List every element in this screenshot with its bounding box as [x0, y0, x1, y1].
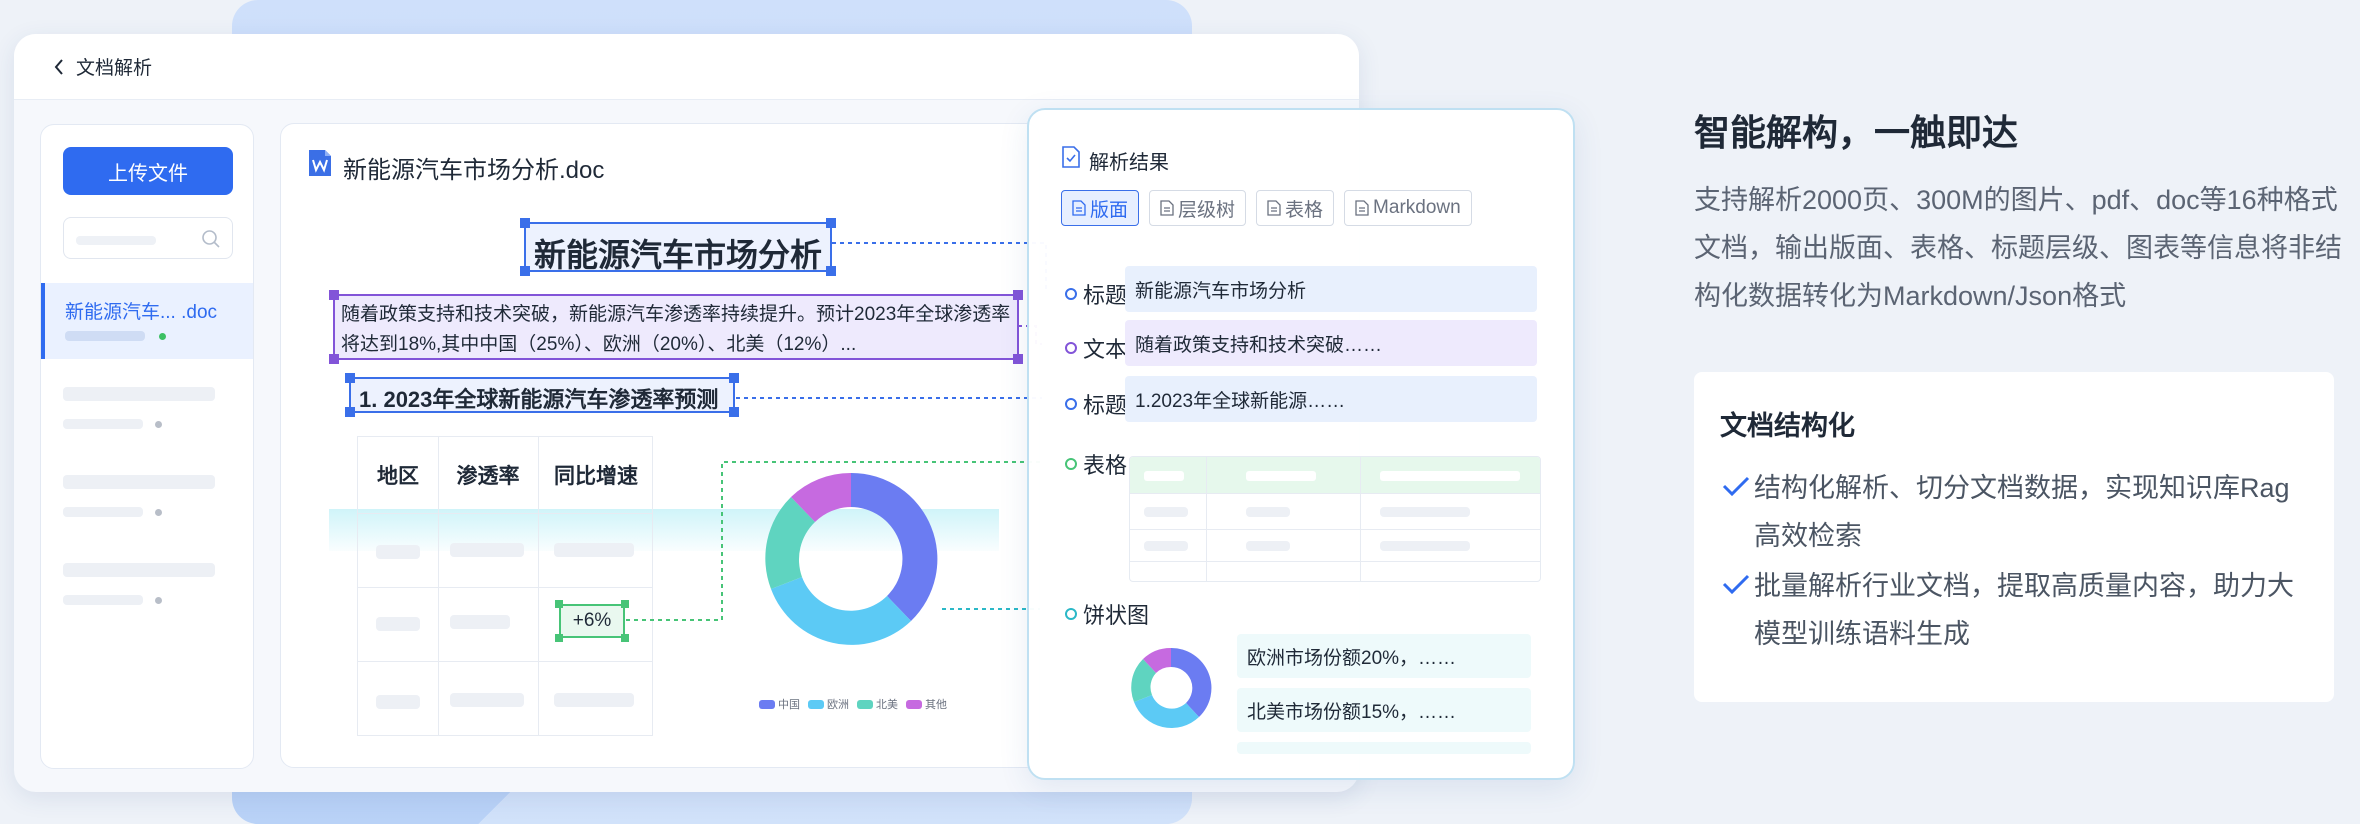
subtitle-selection-box[interactable]: 1. 2023年全球新能源汽车渗透率预测	[345, 373, 739, 417]
file-sidebar: 上传文件 新能源汽车... .doc	[40, 124, 254, 769]
connector-dot	[1065, 342, 1077, 354]
paragraph-selection-box[interactable]: 随着政策支持和技术突破，新能源汽车渗透率持续提升。预计2023年全球渗透率将达到…	[329, 290, 1023, 364]
status-dot	[155, 509, 162, 516]
document-preview: 新能源汽车市场分析.doc 新能源汽车市场分析 随着政策支持和技术突破，新能源汽…	[280, 123, 1040, 768]
word-document-icon	[309, 150, 331, 176]
result-tabs: 版面 层级树 表格 Markdown	[1061, 190, 1472, 226]
result-row-value: 1.2023年全球新能源……	[1125, 376, 1537, 422]
file-item-name: 新能源汽车... .doc	[65, 302, 218, 323]
pie-result-text: 北美市场份额15%，……	[1237, 688, 1531, 732]
document-paragraph: 随着政策支持和技术突破，新能源汽车渗透率持续提升。预计2023年全球渗透率将达到…	[341, 304, 1011, 355]
value-selection-box[interactable]: +6%	[555, 600, 629, 642]
result-table-preview	[1129, 456, 1541, 582]
parse-result-panel: 解析结果 版面 层级树 表格 Markdown 标题 新能源汽车市场分析 文本 …	[1027, 108, 1575, 780]
feature-item: 批量解析行业文档，提取高质量内容，助力大模型训练语料生成	[1720, 562, 2310, 658]
connector-dot	[1065, 398, 1077, 410]
file-list-item-placeholder[interactable]	[63, 387, 215, 401]
tab-table[interactable]: 表格	[1256, 190, 1335, 226]
title-selection-box[interactable]: 新能源汽车市场分析	[520, 218, 836, 276]
file-item-meta	[65, 331, 145, 341]
feature-item: 结构化解析、切分文档数据，实现知识库Rag高效检索	[1720, 464, 2310, 560]
legend-item: 欧洲	[808, 696, 849, 712]
result-row-table[interactable]: 表格	[1065, 448, 1139, 480]
description: 支持解析2000页、300M的图片、pdf、doc等16种格式文档，输出版面、表…	[1694, 185, 2342, 311]
tab-hierarchy[interactable]: 层级树	[1149, 190, 1247, 226]
legend-item: 其他	[906, 696, 947, 712]
document-table[interactable]: 地区 渗透率 同比增速	[357, 436, 653, 736]
file-list-item-placeholder[interactable]	[63, 475, 215, 489]
legend-item: 北美	[857, 696, 898, 712]
pie-result-placeholder	[1237, 742, 1531, 754]
status-dot	[155, 597, 162, 604]
file-item-meta	[63, 419, 143, 429]
file-list-item-placeholder[interactable]	[63, 563, 215, 577]
feature-title: 文档结构化	[1720, 411, 1855, 441]
document-title: 新能源汽车市场分析	[533, 237, 822, 273]
search-icon	[202, 230, 220, 248]
file-item-meta	[63, 507, 143, 517]
connector-dot	[1065, 288, 1077, 300]
search-input[interactable]	[63, 217, 233, 259]
result-row-value: 随着政策支持和技术突破……	[1125, 320, 1537, 366]
result-document-icon	[1062, 146, 1080, 168]
status-dot	[155, 421, 162, 428]
growth-value: +6%	[572, 610, 612, 631]
result-row-value: 新能源汽车市场分析	[1125, 266, 1537, 312]
feature-text: 结构化解析、切分文档数据，实现知识库Rag高效检索	[1754, 473, 2290, 551]
connector-dot	[1065, 458, 1077, 470]
table-header-cell: 渗透率	[456, 465, 520, 488]
table-header-cell: 同比增速	[554, 465, 638, 488]
feature-intro: 智能解构，一触即达 支持解析2000页、300M的图片、pdf、doc等16种格…	[1694, 104, 2344, 320]
file-item-meta	[63, 595, 143, 605]
tab-markdown[interactable]: Markdown	[1344, 190, 1472, 226]
file-list-item-active[interactable]: 新能源汽车... .doc	[41, 283, 253, 359]
feature-text: 批量解析行业文档，提取高质量内容，助力大模型训练语料生成	[1754, 571, 2294, 649]
document-subtitle: 1. 2023年全球新能源汽车渗透率预测	[359, 387, 719, 412]
connector-dot	[1065, 608, 1077, 620]
legend-item: 中国	[759, 696, 800, 712]
status-dot	[159, 333, 166, 340]
headline: 智能解构，一触即达	[1694, 112, 2019, 153]
back-arrow-icon[interactable]	[48, 56, 70, 78]
check-icon	[1722, 574, 1750, 595]
pie-result-text: 欧洲市场份额20%，……	[1237, 634, 1531, 678]
chart-legend: 中国 欧洲 北美 其他	[759, 696, 947, 712]
check-icon	[1722, 476, 1750, 497]
window-title: 文档解析	[76, 58, 153, 79]
result-donut-chart	[1131, 647, 1212, 728]
table-header-cell: 地区	[377, 465, 419, 488]
upload-file-button[interactable]: 上传文件	[63, 147, 233, 195]
tab-layout[interactable]: 版面	[1061, 190, 1140, 226]
search-placeholder	[76, 236, 156, 245]
document-file-name: 新能源汽车市场分析.doc	[343, 157, 605, 184]
result-title: 解析结果	[1089, 152, 1169, 174]
donut-chart[interactable]	[761, 469, 941, 649]
window-header: 文档解析	[14, 34, 1359, 100]
result-row-pie[interactable]: 饼状图	[1065, 598, 1163, 630]
result-row-label: 饼状图	[1083, 603, 1150, 628]
feature-card: 文档结构化 结构化解析、切分文档数据，实现知识库Rag高效检索 批量解析行业文档…	[1694, 372, 2334, 702]
